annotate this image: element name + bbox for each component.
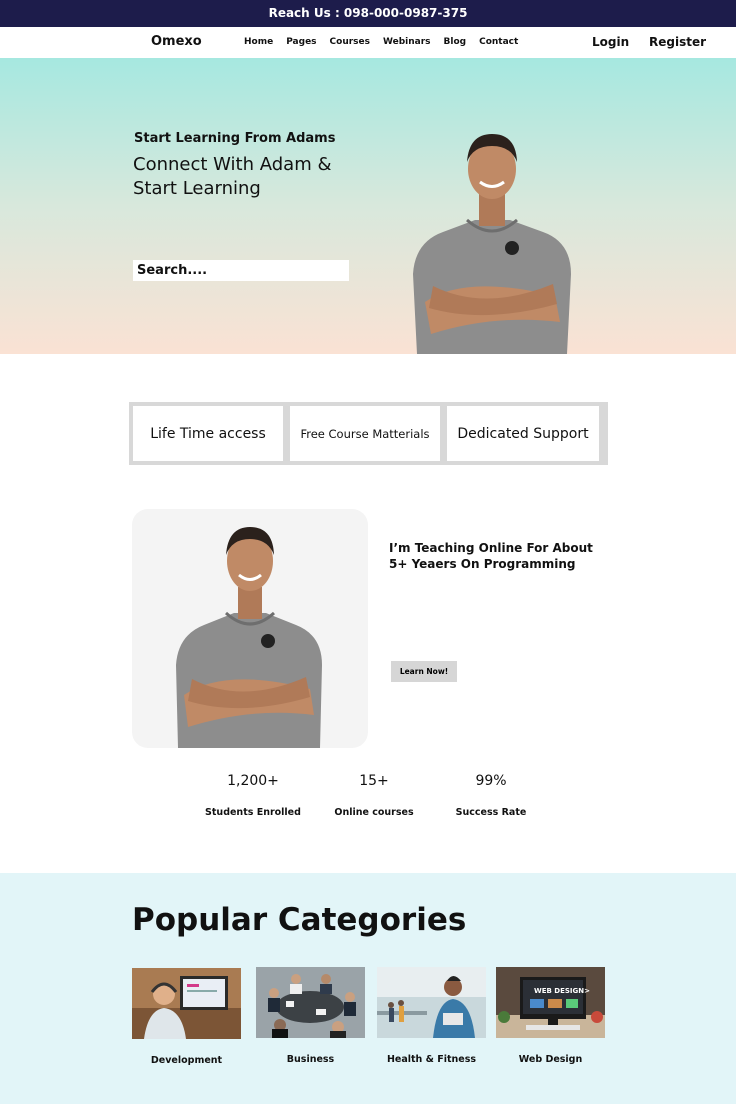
nav-link-webinars[interactable]: Webinars: [383, 37, 431, 47]
instructor-photo: [413, 134, 571, 354]
category-label: Development: [150, 1055, 223, 1066]
popular-categories-section: Popular Categories Development Business …: [0, 873, 736, 1104]
health-fitness-image: [377, 967, 486, 1038]
learn-now-button[interactable]: Learn Now!: [391, 661, 457, 682]
stat-value: 99%: [475, 773, 507, 789]
stat-label: Success Rate: [455, 807, 527, 818]
category-card-development[interactable]: Development: [132, 968, 241, 1066]
nav-link-home[interactable]: Home: [244, 37, 273, 47]
category-card-health-fitness[interactable]: Health & Fitness: [377, 967, 486, 1065]
svg-text:WEB DESIGN>: WEB DESIGN>: [534, 987, 590, 995]
nav-link-pages[interactable]: Pages: [286, 37, 316, 47]
stat-students: 1,200+ Students Enrolled: [203, 773, 303, 818]
development-image: [132, 968, 241, 1039]
hero-eyebrow: Start Learning From Adams: [134, 131, 336, 146]
search-input[interactable]: [133, 260, 349, 281]
navbar: Omexo Home Pages Courses Webinars Blog C…: [0, 27, 736, 58]
web-design-image: WEB DESIGN>: [496, 967, 605, 1038]
business-image: [256, 967, 365, 1038]
feature-dedicated-support: Dedicated Support: [447, 406, 599, 461]
feature-free-materials: Free Course Matterials: [290, 406, 440, 461]
stat-success-rate: 99% Success Rate: [441, 773, 541, 818]
stat-label: Online courses: [334, 807, 414, 818]
feature-lifetime-access: Life Time access: [133, 406, 283, 461]
instructor-photo: [176, 527, 322, 748]
nav-link-blog[interactable]: Blog: [444, 37, 467, 47]
category-label: Health & Fitness: [386, 1054, 477, 1065]
category-label: Business: [286, 1054, 335, 1065]
category-label: Web Design: [518, 1054, 583, 1065]
about-heading: I’m Teaching Online For About 5+ Yeaers …: [389, 541, 593, 571]
section-title: Popular Categories: [132, 902, 467, 938]
stat-value: 15+: [359, 773, 389, 789]
stat-courses: 15+ Online courses: [324, 773, 424, 818]
hero-title: Connect With Adam & Start Learning: [133, 154, 332, 199]
nav-links: Home Pages Courses Webinars Blog Contact: [244, 37, 531, 47]
stat-value: 1,200+: [227, 773, 279, 789]
register-link[interactable]: Register: [649, 35, 706, 49]
nav-link-courses[interactable]: Courses: [330, 37, 370, 47]
hero-section: Start Learning From Adams Connect With A…: [0, 58, 736, 354]
features-strip: Life Time access Free Course Matterials …: [129, 402, 608, 465]
contact-bar: Reach Us : 098-000-0987-375: [0, 0, 736, 27]
about-image-card: [132, 509, 368, 748]
site-logo[interactable]: Omexo: [151, 34, 202, 49]
login-link[interactable]: Login: [592, 35, 629, 49]
nav-link-contact[interactable]: Contact: [479, 37, 518, 47]
category-card-web-design[interactable]: WEB DESIGN> Web Design: [496, 967, 605, 1065]
category-card-business[interactable]: Business: [256, 967, 365, 1065]
stat-label: Students Enrolled: [205, 807, 301, 818]
